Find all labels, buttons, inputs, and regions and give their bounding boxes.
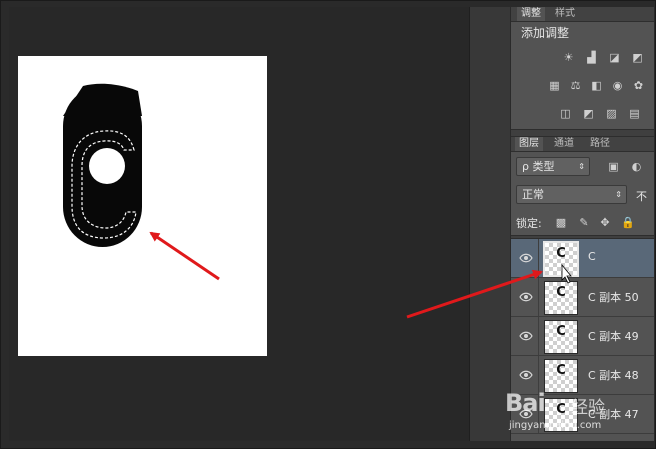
white-hole bbox=[89, 148, 125, 184]
threshold-icon[interactable]: ▤ bbox=[627, 107, 642, 120]
tab-adjustments[interactable]: 调整 bbox=[517, 7, 545, 21]
layer-name[interactable]: C 副本 47 bbox=[588, 406, 639, 422]
channel-mixer-icon[interactable]: ✿ bbox=[631, 79, 646, 92]
canvas-artwork bbox=[63, 83, 142, 247]
photoshop-window: 调整 样式 添加调整 ☀ ▟ ◪ ◩ ▦ ⚖ ◧ ◉ ✿ ◫ ◩ ▨ ▤ 图层 … bbox=[0, 0, 656, 449]
layers-tabbar: 图层 通道 路径 bbox=[511, 137, 654, 152]
visibility-eye-icon[interactable] bbox=[519, 291, 533, 303]
filter-adjustment-icon[interactable]: ◐ bbox=[629, 160, 644, 173]
layer-row[interactable]: C C 副本 49 bbox=[511, 317, 654, 356]
invert-icon[interactable]: ◩ bbox=[581, 107, 596, 120]
blend-mode-dropdown[interactable]: 正常 ⇕ bbox=[516, 185, 627, 204]
curves-icon[interactable]: ◪ bbox=[607, 51, 622, 64]
brightness-icon[interactable]: ☀ bbox=[561, 51, 576, 64]
adjustments-title: 添加调整 bbox=[521, 26, 570, 40]
panel-dock-gutter bbox=[469, 7, 510, 441]
opacity-label: 不 bbox=[636, 190, 647, 203]
black-white-icon[interactable]: ◧ bbox=[589, 79, 604, 92]
right-panels: 调整 样式 添加调整 ☀ ▟ ◪ ◩ ▦ ⚖ ◧ ◉ ✿ ◫ ◩ ▨ ▤ 图层 … bbox=[510, 7, 654, 441]
visibility-eye-icon[interactable] bbox=[519, 369, 533, 381]
blend-mode-value: 正常 bbox=[522, 188, 544, 201]
chevron-updown-icon: ⇕ bbox=[578, 162, 585, 171]
filter-pixel-icon[interactable]: ▣ bbox=[606, 160, 621, 173]
document-canvas[interactable] bbox=[18, 56, 267, 356]
visibility-eye-icon[interactable] bbox=[519, 330, 533, 342]
filter-label: ρ 类型 bbox=[522, 160, 555, 173]
lock-paint-icon[interactable]: ✎ bbox=[578, 217, 590, 229]
color-lookup-icon[interactable]: ◫ bbox=[558, 107, 573, 120]
visibility-eye-icon[interactable] bbox=[519, 408, 533, 420]
layer-name[interactable]: C 副本 50 bbox=[588, 289, 639, 305]
tab-channels[interactable]: 通道 bbox=[550, 137, 578, 151]
tab-paths[interactable]: 路径 bbox=[586, 137, 614, 151]
thumbnail-glyph: C bbox=[556, 402, 566, 417]
chevron-updown-icon: ⇕ bbox=[615, 190, 622, 199]
photo-filter-icon[interactable]: ◉ bbox=[610, 79, 625, 92]
lock-all-icon[interactable]: 🔒 bbox=[621, 217, 635, 229]
panel-separator bbox=[511, 129, 654, 137]
levels-icon[interactable]: ▟ bbox=[584, 51, 599, 64]
lock-transparent-icon[interactable]: ▩ bbox=[555, 217, 567, 229]
layer-name[interactable]: C 副本 48 bbox=[588, 367, 639, 383]
layer-row[interactable]: C C bbox=[511, 239, 654, 278]
layer-thumbnail[interactable]: C bbox=[544, 281, 578, 315]
vibrance-icon[interactable]: ▦ bbox=[547, 79, 562, 92]
thumbnail-glyph: C bbox=[556, 285, 566, 300]
exposure-icon[interactable]: ◩ bbox=[630, 51, 645, 64]
thumbnail-glyph: C bbox=[556, 246, 566, 261]
thumbnail-glyph: C bbox=[556, 324, 566, 339]
layer-thumbnail[interactable]: C bbox=[544, 398, 578, 432]
layer-thumbnail[interactable]: C bbox=[544, 359, 578, 393]
layer-thumbnail[interactable]: C bbox=[543, 241, 579, 277]
tab-styles[interactable]: 样式 bbox=[551, 7, 579, 21]
posterize-icon[interactable]: ▨ bbox=[604, 107, 619, 120]
lock-move-icon[interactable]: ✥ bbox=[599, 217, 611, 229]
thumbnail-glyph: C bbox=[556, 363, 566, 378]
visibility-eye-icon[interactable] bbox=[519, 252, 533, 264]
layer-thumbnail[interactable]: C bbox=[544, 320, 578, 354]
layer-filter-dropdown[interactable]: ρ 类型 ⇕ bbox=[516, 157, 590, 176]
tab-layers[interactable]: 图层 bbox=[515, 137, 543, 151]
canvas-workspace[interactable] bbox=[9, 7, 469, 441]
adjustments-tabbar: 调整 样式 bbox=[511, 7, 654, 22]
layer-row[interactable]: C C 副本 47 bbox=[511, 395, 654, 434]
lock-label: 锁定: bbox=[516, 217, 542, 230]
layer-name[interactable]: C 副本 49 bbox=[588, 328, 639, 344]
layer-row[interactable]: C C 副本 48 bbox=[511, 356, 654, 395]
layer-name[interactable]: C bbox=[588, 250, 596, 263]
layer-row[interactable]: C C 副本 50 bbox=[511, 278, 654, 317]
color-balance-icon[interactable]: ⚖ bbox=[568, 79, 583, 92]
